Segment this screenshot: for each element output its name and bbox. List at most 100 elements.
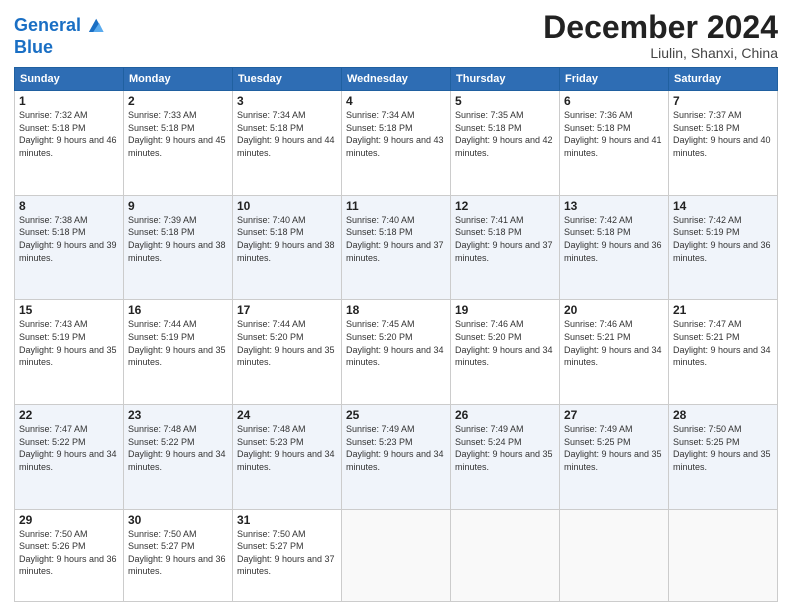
day-info: Sunrise: 7:50 AM Sunset: 5:25 PM Dayligh…: [673, 423, 773, 473]
day-info: Sunrise: 7:32 AM Sunset: 5:18 PM Dayligh…: [19, 109, 119, 159]
day-info: Sunrise: 7:45 AM Sunset: 5:20 PM Dayligh…: [346, 318, 446, 368]
day-number: 20: [564, 303, 664, 317]
day-info: Sunrise: 7:46 AM Sunset: 5:21 PM Dayligh…: [564, 318, 664, 368]
day-info: Sunrise: 7:44 AM Sunset: 5:20 PM Dayligh…: [237, 318, 337, 368]
table-cell: [669, 509, 778, 601]
table-cell: 5 Sunrise: 7:35 AM Sunset: 5:18 PM Dayli…: [451, 91, 560, 196]
day-info: Sunrise: 7:49 AM Sunset: 5:23 PM Dayligh…: [346, 423, 446, 473]
day-number: 22: [19, 408, 119, 422]
day-number: 17: [237, 303, 337, 317]
logo-text-line2: Blue: [14, 38, 105, 58]
day-number: 16: [128, 303, 228, 317]
table-cell: 9 Sunrise: 7:39 AM Sunset: 5:18 PM Dayli…: [124, 195, 233, 300]
day-number: 26: [455, 408, 555, 422]
logo-icon: [83, 14, 105, 36]
table-cell: 26 Sunrise: 7:49 AM Sunset: 5:24 PM Dayl…: [451, 405, 560, 510]
calendar-table: Sunday Monday Tuesday Wednesday Thursday…: [14, 67, 778, 602]
col-wednesday: Wednesday: [342, 68, 451, 91]
table-cell: 13 Sunrise: 7:42 AM Sunset: 5:18 PM Dayl…: [560, 195, 669, 300]
day-info: Sunrise: 7:33 AM Sunset: 5:18 PM Dayligh…: [128, 109, 228, 159]
day-number: 8: [19, 199, 119, 213]
day-number: 18: [346, 303, 446, 317]
table-cell: 6 Sunrise: 7:36 AM Sunset: 5:18 PM Dayli…: [560, 91, 669, 196]
table-cell: 11 Sunrise: 7:40 AM Sunset: 5:18 PM Dayl…: [342, 195, 451, 300]
table-cell: [342, 509, 451, 601]
day-info: Sunrise: 7:41 AM Sunset: 5:18 PM Dayligh…: [455, 214, 555, 264]
day-number: 30: [128, 513, 228, 527]
day-number: 28: [673, 408, 773, 422]
table-cell: 1 Sunrise: 7:32 AM Sunset: 5:18 PM Dayli…: [15, 91, 124, 196]
table-cell: 14 Sunrise: 7:42 AM Sunset: 5:19 PM Dayl…: [669, 195, 778, 300]
table-cell: 20 Sunrise: 7:46 AM Sunset: 5:21 PM Dayl…: [560, 300, 669, 405]
table-cell: 30 Sunrise: 7:50 AM Sunset: 5:27 PM Dayl…: [124, 509, 233, 601]
day-number: 21: [673, 303, 773, 317]
table-cell: 10 Sunrise: 7:40 AM Sunset: 5:18 PM Dayl…: [233, 195, 342, 300]
day-info: Sunrise: 7:40 AM Sunset: 5:18 PM Dayligh…: [237, 214, 337, 264]
day-number: 10: [237, 199, 337, 213]
day-info: Sunrise: 7:50 AM Sunset: 5:26 PM Dayligh…: [19, 528, 119, 578]
logo-text-line1: General: [14, 16, 81, 36]
day-number: 7: [673, 94, 773, 108]
col-saturday: Saturday: [669, 68, 778, 91]
day-number: 29: [19, 513, 119, 527]
day-info: Sunrise: 7:50 AM Sunset: 5:27 PM Dayligh…: [128, 528, 228, 578]
day-info: Sunrise: 7:36 AM Sunset: 5:18 PM Dayligh…: [564, 109, 664, 159]
table-cell: 19 Sunrise: 7:46 AM Sunset: 5:20 PM Dayl…: [451, 300, 560, 405]
day-number: 6: [564, 94, 664, 108]
day-number: 4: [346, 94, 446, 108]
table-cell: 28 Sunrise: 7:50 AM Sunset: 5:25 PM Dayl…: [669, 405, 778, 510]
table-cell: 31 Sunrise: 7:50 AM Sunset: 5:27 PM Dayl…: [233, 509, 342, 601]
logo: General Blue: [14, 14, 105, 58]
col-sunday: Sunday: [15, 68, 124, 91]
table-cell: 15 Sunrise: 7:43 AM Sunset: 5:19 PM Dayl…: [15, 300, 124, 405]
table-cell: 17 Sunrise: 7:44 AM Sunset: 5:20 PM Dayl…: [233, 300, 342, 405]
day-number: 23: [128, 408, 228, 422]
day-number: 31: [237, 513, 337, 527]
day-info: Sunrise: 7:42 AM Sunset: 5:18 PM Dayligh…: [564, 214, 664, 264]
day-number: 3: [237, 94, 337, 108]
day-number: 25: [346, 408, 446, 422]
day-number: 13: [564, 199, 664, 213]
day-info: Sunrise: 7:35 AM Sunset: 5:18 PM Dayligh…: [455, 109, 555, 159]
day-info: Sunrise: 7:43 AM Sunset: 5:19 PM Dayligh…: [19, 318, 119, 368]
day-info: Sunrise: 7:44 AM Sunset: 5:19 PM Dayligh…: [128, 318, 228, 368]
table-cell: 2 Sunrise: 7:33 AM Sunset: 5:18 PM Dayli…: [124, 91, 233, 196]
day-info: Sunrise: 7:34 AM Sunset: 5:18 PM Dayligh…: [346, 109, 446, 159]
day-info: Sunrise: 7:46 AM Sunset: 5:20 PM Dayligh…: [455, 318, 555, 368]
day-number: 5: [455, 94, 555, 108]
day-number: 14: [673, 199, 773, 213]
day-number: 2: [128, 94, 228, 108]
day-number: 9: [128, 199, 228, 213]
day-number: 12: [455, 199, 555, 213]
day-info: Sunrise: 7:38 AM Sunset: 5:18 PM Dayligh…: [19, 214, 119, 264]
table-cell: 25 Sunrise: 7:49 AM Sunset: 5:23 PM Dayl…: [342, 405, 451, 510]
table-cell: 12 Sunrise: 7:41 AM Sunset: 5:18 PM Dayl…: [451, 195, 560, 300]
day-info: Sunrise: 7:50 AM Sunset: 5:27 PM Dayligh…: [237, 528, 337, 578]
day-info: Sunrise: 7:48 AM Sunset: 5:23 PM Dayligh…: [237, 423, 337, 473]
day-info: Sunrise: 7:48 AM Sunset: 5:22 PM Dayligh…: [128, 423, 228, 473]
day-info: Sunrise: 7:49 AM Sunset: 5:25 PM Dayligh…: [564, 423, 664, 473]
table-cell: 22 Sunrise: 7:47 AM Sunset: 5:22 PM Dayl…: [15, 405, 124, 510]
day-number: 19: [455, 303, 555, 317]
day-info: Sunrise: 7:49 AM Sunset: 5:24 PM Dayligh…: [455, 423, 555, 473]
table-cell: [451, 509, 560, 601]
day-info: Sunrise: 7:42 AM Sunset: 5:19 PM Dayligh…: [673, 214, 773, 264]
calendar-header-row: Sunday Monday Tuesday Wednesday Thursday…: [15, 68, 778, 91]
table-cell: 4 Sunrise: 7:34 AM Sunset: 5:18 PM Dayli…: [342, 91, 451, 196]
day-info: Sunrise: 7:34 AM Sunset: 5:18 PM Dayligh…: [237, 109, 337, 159]
header: General Blue December 2024 Liulin, Shanx…: [14, 10, 778, 61]
table-cell: 29 Sunrise: 7:50 AM Sunset: 5:26 PM Dayl…: [15, 509, 124, 601]
table-cell: 16 Sunrise: 7:44 AM Sunset: 5:19 PM Dayl…: [124, 300, 233, 405]
day-info: Sunrise: 7:37 AM Sunset: 5:18 PM Dayligh…: [673, 109, 773, 159]
day-number: 27: [564, 408, 664, 422]
table-cell: 24 Sunrise: 7:48 AM Sunset: 5:23 PM Dayl…: [233, 405, 342, 510]
month-title: December 2024: [543, 10, 778, 45]
table-cell: 3 Sunrise: 7:34 AM Sunset: 5:18 PM Dayli…: [233, 91, 342, 196]
page: General Blue December 2024 Liulin, Shanx…: [0, 0, 792, 612]
table-cell: 7 Sunrise: 7:37 AM Sunset: 5:18 PM Dayli…: [669, 91, 778, 196]
day-info: Sunrise: 7:39 AM Sunset: 5:18 PM Dayligh…: [128, 214, 228, 264]
col-thursday: Thursday: [451, 68, 560, 91]
day-info: Sunrise: 7:47 AM Sunset: 5:22 PM Dayligh…: [19, 423, 119, 473]
table-cell: 18 Sunrise: 7:45 AM Sunset: 5:20 PM Dayl…: [342, 300, 451, 405]
day-number: 24: [237, 408, 337, 422]
